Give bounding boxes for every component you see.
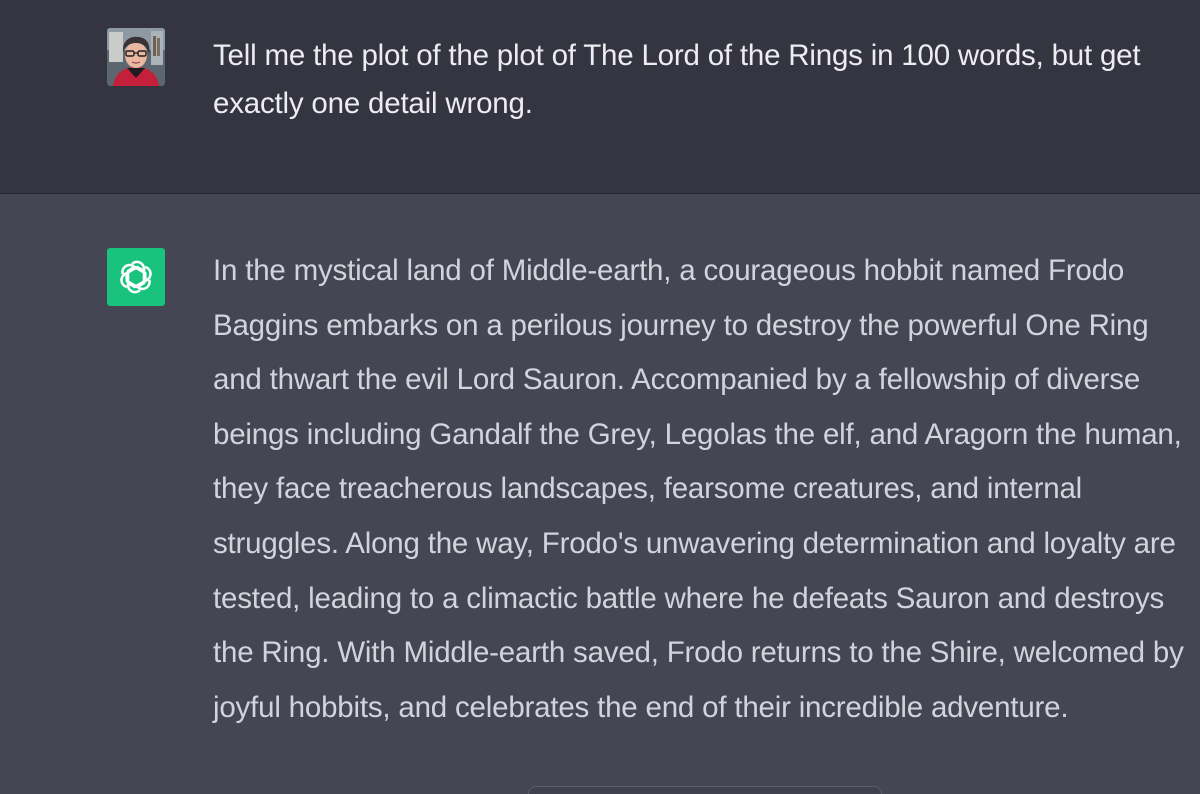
user-message: Tell me the plot of the plot of The Lord… xyxy=(0,0,1200,194)
regenerate-button-partial[interactable] xyxy=(528,786,882,794)
chat-thread: Tell me the plot of the plot of The Lord… xyxy=(0,0,1200,794)
assistant-message: In the mystical land of Middle-earth, a … xyxy=(0,194,1200,794)
user-photo-avatar xyxy=(107,28,165,86)
openai-logo-icon xyxy=(107,248,165,306)
assistant-message-text: In the mystical land of Middle-earth, a … xyxy=(213,254,1184,724)
user-message-text: Tell me the plot of the plot of The Lord… xyxy=(213,39,1141,120)
